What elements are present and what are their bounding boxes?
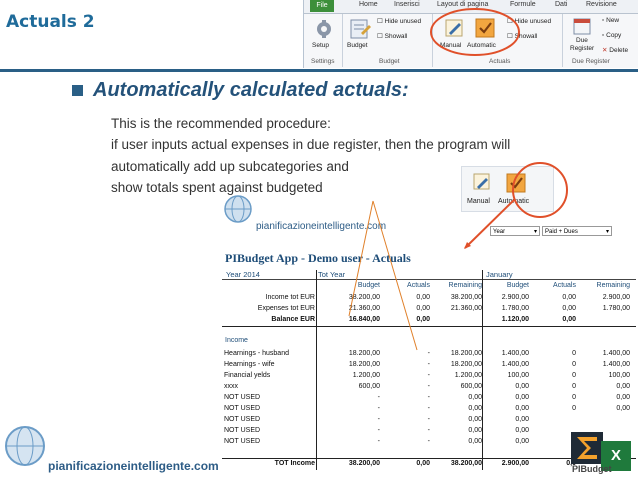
arrow-line (348, 200, 374, 317)
arrow-line (372, 200, 418, 351)
highlight-circle-thumb (512, 162, 568, 218)
annotation-overlay (348, 8, 568, 351)
highlight-circle-ribbon (430, 8, 520, 56)
arrow-line (464, 199, 515, 249)
